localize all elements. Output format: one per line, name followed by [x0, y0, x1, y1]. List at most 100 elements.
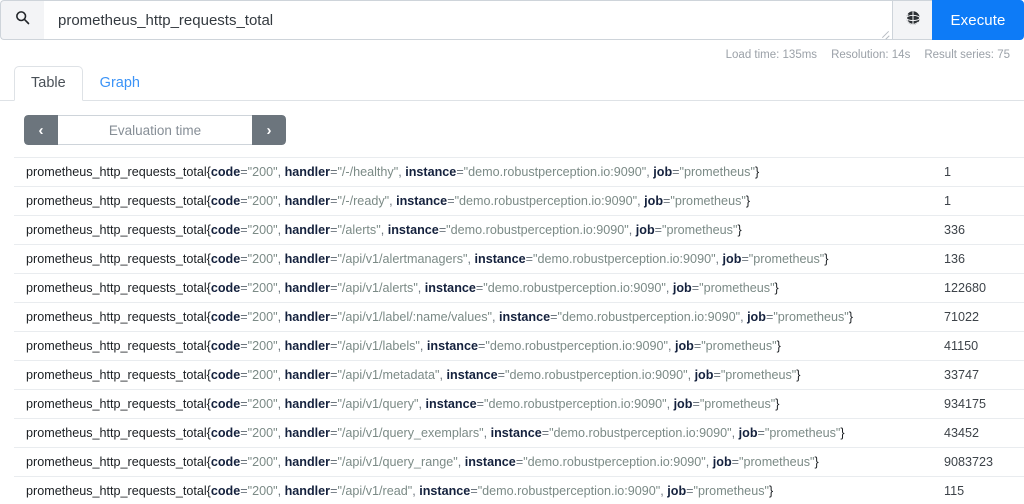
- label-value: "/api/v1/metadata": [337, 368, 440, 382]
- evaluation-time-input[interactable]: Evaluation time: [58, 115, 252, 145]
- table-row: prometheus_http_requests_total{code="200…: [14, 389, 1024, 419]
- label-value: "/api/v1/query": [337, 397, 419, 411]
- results-table-body: prometheus_http_requests_total{code="200…: [14, 157, 1024, 504]
- evaluation-time-section: ‹ Evaluation time ›: [0, 101, 1024, 145]
- tab-graph[interactable]: Graph: [83, 66, 157, 101]
- metrics-explorer-button[interactable]: [892, 0, 932, 40]
- metric-name: prometheus_http_requests_total: [26, 339, 207, 353]
- label-separator: ,: [457, 455, 465, 469]
- label-name: job: [722, 252, 742, 266]
- label-equals: =: [240, 339, 248, 353]
- label-separator: ,: [419, 339, 427, 353]
- evaluation-time-placeholder: Evaluation time: [108, 122, 202, 138]
- close-brace: }: [814, 455, 819, 469]
- label-value: "200": [247, 165, 278, 179]
- label-value: "demo.robustperception.io:9090": [485, 339, 668, 353]
- label-separator: ,: [277, 397, 285, 411]
- series-label-cell: prometheus_http_requests_total{code="200…: [14, 303, 932, 332]
- label-equals: =: [713, 368, 721, 382]
- close-brace: }: [796, 368, 801, 382]
- label-equals: =: [757, 426, 765, 440]
- label-equals: =: [240, 223, 248, 237]
- label-name: job: [672, 281, 692, 295]
- eval-time-next-button[interactable]: ›: [252, 115, 286, 145]
- label-separator: ,: [628, 223, 636, 237]
- metric-name: prometheus_http_requests_total: [26, 397, 207, 411]
- metric-name: prometheus_http_requests_total: [26, 484, 207, 498]
- label-value: "demo.robustperception.io:9090": [483, 281, 666, 295]
- label-separator: ,: [731, 426, 739, 440]
- series-value-cell: 9083723: [944, 455, 994, 469]
- label-value: "prometheus": [748, 252, 825, 266]
- tab-table[interactable]: Table: [14, 65, 83, 101]
- label-name: instance: [405, 165, 457, 179]
- metric-name: prometheus_http_requests_total: [26, 455, 207, 469]
- label-name: handler: [284, 223, 331, 237]
- series-value-cell: 336: [944, 223, 966, 237]
- label-value: "/-/healthy": [337, 165, 399, 179]
- query-bar: Execute: [0, 0, 1024, 40]
- prometheus-query-page: Execute Load time: 135ms Resolution: 14s…: [0, 0, 1024, 504]
- search-icon-container: [0, 0, 44, 40]
- series-label-cell: prometheus_http_requests_total{code="200…: [14, 419, 932, 448]
- label-separator: ,: [277, 455, 285, 469]
- label-name: job: [712, 455, 732, 469]
- label-name: handler: [284, 252, 331, 266]
- label-separator: ,: [277, 368, 285, 382]
- metric-name: prometheus_http_requests_total: [26, 426, 207, 440]
- label-value: "prometheus": [739, 455, 815, 469]
- label-name: handler: [284, 339, 331, 353]
- globe-icon: [905, 10, 921, 31]
- label-value: "/api/v1/query_range": [337, 455, 458, 469]
- label-value: "200": [247, 368, 278, 382]
- eval-time-prev-button[interactable]: ‹: [24, 115, 58, 145]
- execute-button[interactable]: Execute: [932, 0, 1024, 40]
- label-separator: ,: [467, 252, 475, 266]
- label-separator: ,: [705, 455, 713, 469]
- label-value: "demo.robustperception.io:9090": [532, 252, 716, 266]
- query-stats: Load time: 135ms Resolution: 14s Result …: [0, 45, 1024, 65]
- label-separator: ,: [277, 281, 285, 295]
- label-name: instance: [396, 194, 448, 208]
- close-brace: }: [840, 426, 845, 440]
- label-value: "prometheus": [699, 281, 775, 295]
- label-value: "demo.robustperception.io:9090": [454, 194, 638, 208]
- table-row: prometheus_http_requests_total{code="200…: [14, 360, 1024, 390]
- load-time-stat: Load time: 135ms: [725, 49, 818, 61]
- close-brace: }: [775, 397, 780, 411]
- close-brace: }: [848, 310, 853, 324]
- table-row: prometheus_http_requests_total{code="200…: [14, 418, 1024, 448]
- label-equals: =: [692, 397, 700, 411]
- series-value-cell: 71022: [944, 310, 980, 324]
- label-name: job: [635, 223, 655, 237]
- label-separator: ,: [492, 310, 500, 324]
- label-name: job: [673, 397, 693, 411]
- series-value-cell: 934175: [944, 397, 987, 411]
- label-value: "prometheus": [693, 484, 769, 498]
- close-brace: }: [776, 339, 781, 353]
- search-icon: [15, 10, 30, 30]
- label-name: instance: [464, 455, 516, 469]
- evaluation-time-group: ‹ Evaluation time ›: [24, 115, 286, 145]
- table-row: prometheus_http_requests_total{code="200…: [14, 157, 1024, 187]
- label-separator: ,: [715, 252, 723, 266]
- label-name: job: [674, 339, 694, 353]
- close-brace: }: [774, 281, 779, 295]
- table-row: prometheus_http_requests_total{code="200…: [14, 476, 1024, 504]
- query-expression-input[interactable]: [44, 1, 892, 39]
- label-equals: =: [741, 252, 749, 266]
- label-value: "demo.robustperception.io:9090": [477, 484, 661, 498]
- label-separator: ,: [277, 194, 285, 208]
- label-value: "prometheus": [773, 310, 849, 324]
- label-name: job: [694, 368, 714, 382]
- label-name: job: [738, 426, 758, 440]
- label-name: code: [210, 484, 241, 498]
- label-separator: ,: [277, 310, 285, 324]
- label-equals: =: [240, 455, 248, 469]
- table-row: prometheus_http_requests_total{code="200…: [14, 215, 1024, 245]
- label-name: code: [210, 397, 241, 411]
- label-name: job: [747, 310, 766, 324]
- resolution-stat: Resolution: 14s: [831, 49, 911, 61]
- label-equals: =: [240, 165, 248, 179]
- close-brace: }: [737, 223, 742, 237]
